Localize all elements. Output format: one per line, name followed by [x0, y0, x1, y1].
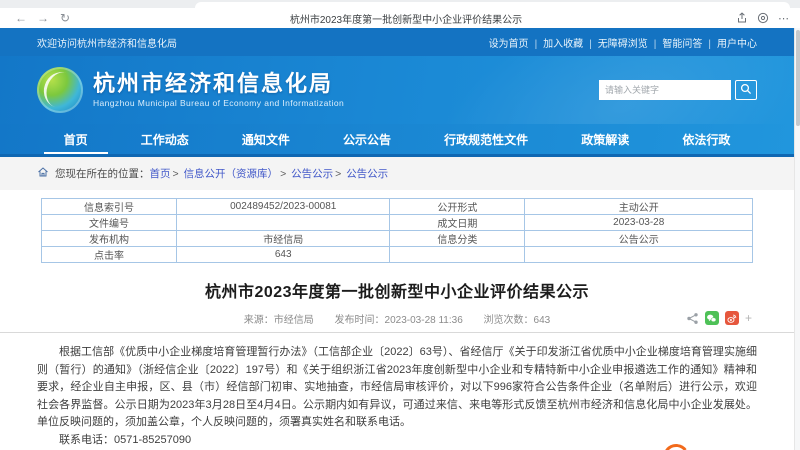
nav-item-regulatory-docs[interactable]: 行政规范性文件 [438, 123, 534, 156]
utility-links: 设为首页 加入收藏 无障碍浏览 智能问答 用户中心 [489, 35, 757, 50]
info-label: 成文日期 [389, 214, 526, 231]
table-row: 点击率 643 [40, 246, 753, 263]
wechat-share-icon[interactable] [704, 311, 719, 325]
info-value: 2023-03-28 [524, 214, 753, 231]
browser-tab-strip [0, 0, 800, 8]
info-value: 002489452/2023-00081 [176, 198, 391, 215]
crumb-announcements-2[interactable]: 公告公示 [333, 168, 388, 180]
crumb-info-disclosure[interactable]: 信息公开（资源库） [171, 168, 279, 180]
widget-orange-arc [663, 442, 691, 450]
browser-window: ← → ↻ 杭州市2023年度第一批创新型中小企业评价结果公示 ⋯ 欢迎访问杭州… [0, 0, 800, 450]
info-value: 市经信局 [176, 230, 391, 247]
link-set-homepage[interactable]: 设为首页 [489, 35, 529, 50]
info-label [389, 246, 526, 263]
info-value: 主动公开 [524, 198, 753, 215]
more-menu-icon[interactable]: ⋯ [778, 12, 790, 25]
share-icon[interactable] [686, 312, 699, 325]
nav-item-home[interactable]: 首页 [58, 123, 94, 156]
forward-icon[interactable]: → [32, 11, 54, 25]
back-icon[interactable]: ← [10, 11, 32, 25]
site-name-english: Hangzhou Municipal Bureau of Economy and… [93, 98, 345, 108]
info-value: 公告公示 [524, 230, 753, 247]
welcome-text: 欢迎访问杭州市经济和信息化局 [37, 38, 177, 50]
weibo-share-icon[interactable] [724, 311, 739, 325]
table-row: 信息索引号 002489452/2023-00081 公开形式 主动公开 [40, 198, 753, 215]
info-value [524, 246, 753, 263]
nav-item-notices[interactable]: 通知文件 [236, 123, 296, 156]
info-label: 公开形式 [389, 198, 526, 215]
link-accessibility[interactable]: 无障碍浏览 [583, 35, 648, 50]
scrollbar[interactable] [794, 28, 800, 450]
document-info-table: 信息索引号 002489452/2023-00081 公开形式 主动公开 文件编… [40, 198, 753, 263]
article-body: 根据工信部《优质中小企业梯度培育管理暂行办法》（工信部企业〔2022〕63号）、… [37, 344, 757, 450]
info-label: 信息索引号 [40, 198, 178, 215]
contact-phone: 联系电话：0571-85257090 [59, 433, 192, 446]
site-logo[interactable] [37, 67, 83, 113]
home-icon [37, 166, 49, 181]
table-row: 文件编号 成文日期 2023-03-28 [40, 214, 753, 231]
nav-item-policy-interpretation[interactable]: 政策解读 [575, 123, 635, 156]
info-label: 点击率 [40, 246, 178, 263]
breadcrumb-prefix: 您现在所在的位置： [55, 168, 150, 180]
info-label: 信息分类 [389, 230, 526, 247]
article-views: 643 [533, 315, 551, 326]
article-paragraph: 根据工信部《优质中小企业梯度培育管理暂行办法》（工信部企业〔2022〕63号）、… [37, 346, 757, 428]
search-input[interactable] [599, 80, 731, 100]
breadcrumb: 首页信息公开（资源库）公告公示公告公示 [150, 166, 389, 181]
article-source-label: 来源： [243, 315, 274, 326]
link-add-favorite[interactable]: 加入收藏 [529, 35, 583, 50]
site-name: 杭州市经济和信息化局 [93, 71, 334, 96]
breadcrumb-bar: 您现在所在的位置： 首页信息公开（资源库）公告公示公告公示 [0, 157, 794, 190]
article-meta: 来源：市经信局 发布时间：2023-03-28 11:36 浏览次数：643 + [0, 311, 794, 327]
reload-icon[interactable]: ↻ [54, 11, 76, 25]
site-banner: 杭州市经济和信息化局 Hangzhou Municipal Bureau of … [0, 56, 794, 124]
share-more-icon[interactable]: + [745, 311, 752, 325]
scrollbar-thumb[interactable] [796, 30, 800, 126]
floating-widget-remnant[interactable] [663, 442, 760, 450]
article-views-label: 浏览次数： [483, 315, 534, 326]
browser-tab[interactable] [195, 2, 790, 8]
search-button[interactable] [735, 80, 757, 100]
browser-toolbar: ← → ↻ 杭州市2023年度第一批创新型中小企业评价结果公示 ⋯ [0, 8, 800, 28]
article-page: 信息索引号 002489452/2023-00081 公开形式 主动公开 文件编… [0, 190, 794, 450]
search-icon [740, 83, 752, 98]
link-smart-qa[interactable]: 智能问答 [648, 35, 702, 50]
nav-item-work-news[interactable]: 工作动态 [135, 123, 195, 156]
welcome-bar: 欢迎访问杭州市经济和信息化局 设为首页 加入收藏 无障碍浏览 智能问答 用户中心 [0, 28, 794, 56]
share-page-icon[interactable] [736, 12, 748, 24]
nav-item-announcements[interactable]: 公示公告 [337, 123, 397, 156]
search-box [599, 80, 757, 100]
article-title: 杭州市2023年度第一批创新型中小企业评价结果公示 [204, 284, 590, 301]
link-user-center[interactable]: 用户中心 [702, 35, 757, 50]
divider [0, 332, 794, 333]
table-row: 发布机构 市经信局 信息分类 公告公示 [40, 230, 753, 247]
article-pubdate-label: 发布时间： [334, 315, 385, 326]
website: 欢迎访问杭州市经济和信息化局 设为首页 加入收藏 无障碍浏览 智能问答 用户中心… [0, 28, 794, 450]
share-toolbar: + [686, 311, 752, 325]
browser-page-title: 杭州市2023年度第一批创新型中小企业评价结果公示 [289, 14, 523, 26]
main-navigation: 首页 工作动态 通知文件 公示公告 行政规范性文件 政策解读 依法行政 [0, 124, 794, 157]
info-label: 发布机构 [40, 230, 178, 247]
crumb-announcements[interactable]: 公告公示 [278, 168, 333, 180]
article-source: 市经信局 [273, 315, 314, 326]
info-value: 643 [176, 246, 391, 263]
nav-item-law-administration[interactable]: 依法行政 [676, 123, 736, 156]
info-label: 文件编号 [40, 214, 178, 231]
shield-icon[interactable] [757, 12, 769, 24]
site-title-block: 杭州市经济和信息化局 Hangzhou Municipal Bureau of … [93, 71, 345, 109]
article-pubdate: 2023-03-28 11:36 [384, 315, 463, 326]
info-value [176, 214, 391, 231]
crumb-home[interactable]: 首页 [150, 168, 171, 180]
